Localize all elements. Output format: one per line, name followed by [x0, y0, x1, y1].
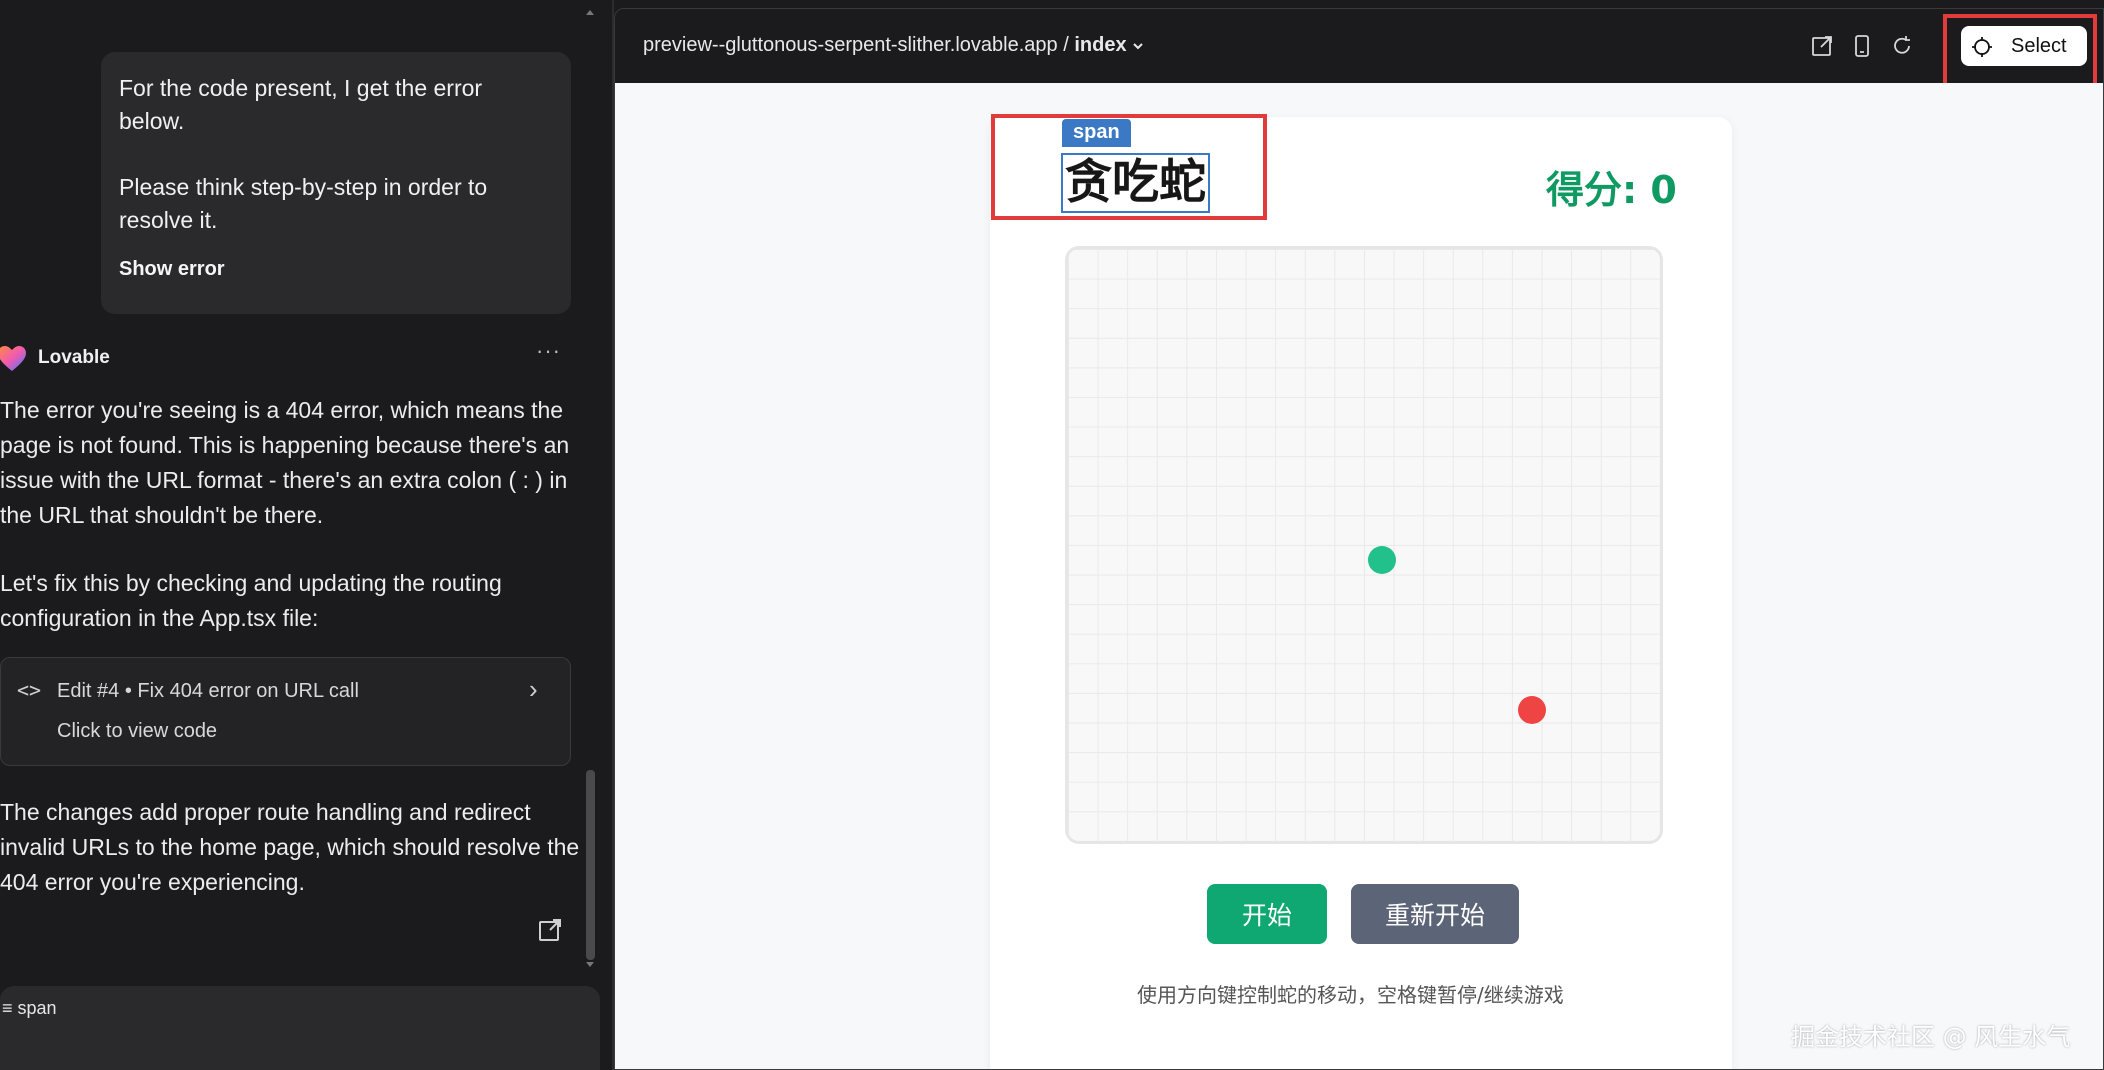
- open-external-icon[interactable]: [538, 918, 562, 942]
- chat-panel: For the code present, I get the error be…: [0, 0, 612, 1070]
- assistant-paragraph-2: Let's fix this by checking and updating …: [0, 570, 502, 631]
- selected-element-tag-label: span: [17, 998, 57, 1018]
- assistant-header: Lovable ···: [0, 338, 570, 374]
- chat-input-area[interactable]: ≡ span: [0, 986, 600, 1070]
- chevron-down-icon: [1133, 43, 1143, 50]
- assistant-paragraph-1: The error you're seeing is a 404 error, …: [0, 397, 570, 528]
- controls-hint: 使用方向键控制蛇的移动，空格键暂停/继续游戏: [1137, 983, 1564, 1007]
- game-board[interactable]: [1065, 246, 1663, 844]
- chevron-right-icon: ›: [529, 674, 538, 704]
- open-in-new-tab-icon[interactable]: [1811, 35, 1833, 57]
- scroll-down-arrow[interactable]: [586, 962, 594, 967]
- watermark: 掘金技术社区 @ 风生水气: [1791, 1023, 2071, 1051]
- url-host: preview--gluttonous-serpent-slither.lova…: [643, 34, 1058, 56]
- snake-head: [1368, 546, 1396, 574]
- refresh-icon[interactable]: [1891, 35, 1913, 57]
- assistant-name: Lovable: [38, 347, 110, 368]
- chat-scrollbar[interactable]: [586, 770, 595, 960]
- crosshair-icon: [1972, 37, 1992, 57]
- score-display: 得分: 0: [1546, 168, 1677, 212]
- restart-button[interactable]: 重新开始: [1351, 884, 1519, 944]
- user-message-line1: For the code present, I get the error be…: [119, 75, 483, 134]
- more-options-icon[interactable]: ···: [536, 338, 561, 364]
- mobile-view-icon[interactable]: [1851, 35, 1873, 57]
- url-separator: /: [1063, 34, 1069, 56]
- edit-card[interactable]: <> Edit #4 • Fix 404 error on URL call C…: [0, 657, 571, 766]
- game-title[interactable]: 贪吃蛇: [1061, 153, 1210, 213]
- code-icon: <>: [17, 678, 42, 702]
- edit-card-subtitle: Click to view code: [57, 720, 218, 742]
- element-tag-badge: span: [1062, 119, 1131, 147]
- preview-panel: preview--gluttonous-serpent-slither.lova…: [614, 8, 2104, 1070]
- preview-canvas: span 贪吃蛇 得分: 0 开始 重新开始 使用方向键控制蛇的移动，空格键暂停…: [615, 83, 2103, 1069]
- assistant-paragraph-3: The changes add proper route handling an…: [0, 799, 580, 895]
- url-page: index: [1074, 34, 1127, 56]
- selected-element-tag: ≡ span: [2, 998, 57, 1018]
- heart-icon: [0, 346, 26, 371]
- scroll-up-arrow[interactable]: [586, 10, 594, 15]
- start-button[interactable]: 开始: [1207, 884, 1327, 944]
- url-breadcrumb[interactable]: preview--gluttonous-serpent-slither.lova…: [643, 34, 1144, 57]
- show-error-button[interactable]: Show error: [119, 258, 225, 281]
- user-message-bubble: For the code present, I get the error be…: [101, 52, 571, 314]
- user-message-line2: Please think step-by-step in order to re…: [119, 174, 488, 233]
- edit-card-title: Edit #4 • Fix 404 error on URL call: [57, 680, 359, 702]
- preview-toolbar: preview--gluttonous-serpent-slither.lova…: [615, 9, 2103, 96]
- food-item: [1518, 696, 1546, 724]
